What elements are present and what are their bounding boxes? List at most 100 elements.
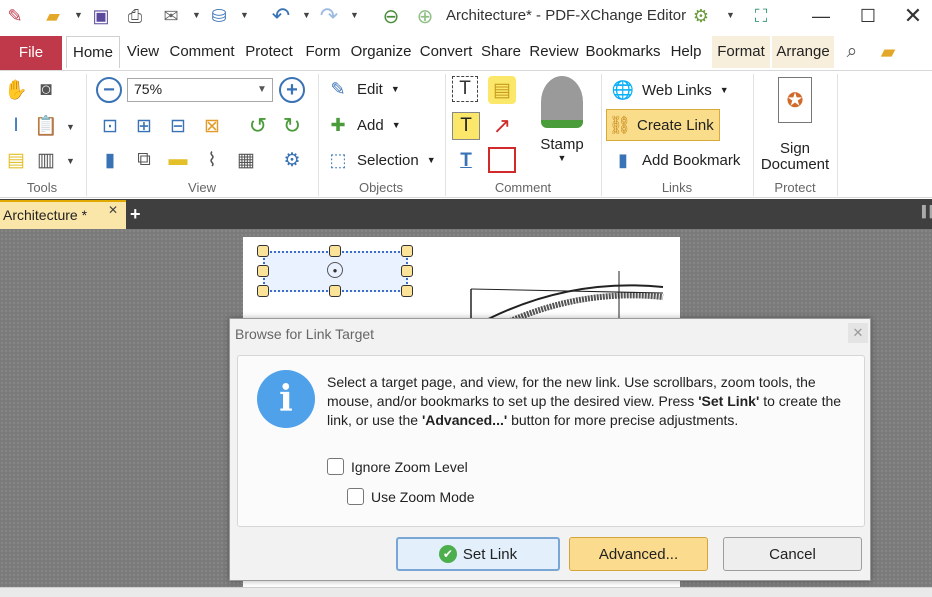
fit-width-icon[interactable]: ⊟ (164, 112, 192, 140)
dialog-message: Select a target page, and view, for the … (327, 373, 857, 430)
comments-pane-icon[interactable]: ▬ (164, 146, 192, 174)
forward-icon[interactable]: ⊕ (412, 4, 438, 28)
dialog-close-icon[interactable]: ✕ (848, 323, 868, 343)
resize-handle[interactable] (329, 285, 341, 297)
text-underline-icon[interactable]: T (452, 147, 480, 175)
group-divider (601, 74, 602, 196)
open-folder-icon[interactable]: ▰ (40, 4, 66, 28)
resize-handle[interactable] (401, 245, 413, 257)
tab-share[interactable]: Share (478, 36, 524, 68)
zoom-input[interactable]: 75% (127, 78, 273, 102)
back-icon[interactable]: ⊖ (378, 4, 404, 28)
maximize-icon[interactable]: ☐ (855, 4, 881, 28)
edit-text-tool-icon[interactable]: I (2, 112, 30, 140)
cancel-button[interactable]: Cancel (723, 537, 862, 571)
chevron-down-icon[interactable]: ▼ (192, 10, 201, 20)
resize-handle[interactable] (401, 285, 413, 297)
stamp-button[interactable]: Stamp ▼ (532, 76, 592, 176)
selection-button[interactable]: ⬚ Selection ▼ (325, 147, 435, 173)
minimize-icon[interactable]: — (808, 4, 834, 28)
snapshot-icon[interactable]: ◙ (32, 76, 60, 104)
fit-page-icon[interactable]: ⊞ (130, 112, 158, 140)
save-icon[interactable]: ▣ (88, 4, 114, 28)
rectangle-tool-icon[interactable] (488, 147, 516, 173)
group-label-objects: Objects (358, 180, 404, 195)
create-link-button[interactable]: ⛓ Create Link (606, 109, 720, 141)
chevron-down-icon[interactable]: ▼ (66, 156, 75, 166)
use-zoom-mode-checkbox[interactable]: Use Zoom Mode (347, 488, 474, 505)
add-button[interactable]: ✚ Add ▼ (325, 112, 401, 138)
tab-scroll-icon[interactable]: ▐▐ (918, 206, 932, 218)
comment-tool-icon[interactable]: ▤ (2, 146, 30, 174)
tab-form[interactable]: Form (300, 36, 346, 68)
print-icon[interactable]: ⎙ (122, 4, 148, 28)
tab-review[interactable]: Review (526, 36, 582, 68)
tab-bookmarks[interactable]: Bookmarks (584, 36, 662, 68)
tab-help[interactable]: Help (664, 36, 708, 68)
resize-handle[interactable] (401, 265, 413, 277)
resize-handle[interactable] (257, 245, 269, 257)
fullscreen-icon[interactable]: ⛶ (748, 4, 774, 28)
zoom-out-icon[interactable]: − (96, 77, 122, 103)
attachments-icon[interactable]: ⌇ (198, 146, 226, 174)
chevron-down-icon: ▼ (391, 120, 401, 130)
thumbnails-icon[interactable]: ⧉ (130, 146, 158, 174)
find-icon[interactable]: ⌕ (838, 38, 866, 66)
chevron-down-icon[interactable]: ▼ (66, 122, 75, 132)
bookmark-icon[interactable]: ▮ (96, 146, 124, 174)
chevron-down-icon[interactable]: ▼ (350, 10, 359, 20)
zoom-in-icon[interactable]: + (279, 77, 305, 103)
chevron-down-icon[interactable]: ▼ (74, 10, 83, 20)
sticky-note-icon[interactable]: ▤ (488, 76, 516, 104)
ignore-zoom-checkbox[interactable]: Ignore Zoom Level (327, 458, 468, 475)
arrow-tool-icon[interactable]: ↗ (488, 112, 516, 140)
new-tab-icon[interactable]: + (130, 204, 141, 225)
tab-file[interactable]: File (0, 36, 62, 70)
tab-protect[interactable]: Protect (240, 36, 298, 68)
redo-icon[interactable]: ↷ (316, 3, 342, 28)
fit-visible-icon[interactable]: ⊠ (198, 112, 226, 140)
paste-icon[interactable]: 📋 (32, 112, 60, 140)
tab-organize[interactable]: Organize (348, 36, 414, 68)
resize-handle[interactable] (257, 265, 269, 277)
link-icon: ⛓ (608, 114, 632, 135)
search-folder-icon[interactable]: ▰ (874, 38, 902, 66)
hand-tool-icon[interactable]: ✋ (2, 76, 30, 104)
set-link-button[interactable]: ✔ Set Link (396, 537, 560, 571)
close-icon[interactable]: ✕ (900, 3, 926, 28)
tab-view[interactable]: View (124, 36, 162, 68)
close-tab-icon[interactable]: ✕ (108, 203, 118, 217)
tab-convert[interactable]: Convert (416, 36, 476, 68)
add-bookmark-label: Add Bookmark (642, 151, 741, 169)
tab-comment[interactable]: Comment (166, 36, 238, 68)
resize-handle[interactable] (257, 285, 269, 297)
sign-document-button[interactable]: ✪ Sign Document (758, 77, 832, 173)
settings-page-icon[interactable]: ⚙ (278, 146, 306, 174)
rotate-right-icon[interactable]: ↻ (278, 112, 306, 140)
text-box-icon[interactable]: T (452, 112, 480, 140)
ui-options-icon[interactable]: ⚙ (688, 4, 714, 28)
undo-icon[interactable]: ↶ (268, 3, 294, 28)
typewriter-icon[interactable]: T (452, 76, 478, 102)
tab-arrange[interactable]: Arrange (772, 36, 834, 68)
email-icon[interactable]: ✉ (158, 4, 184, 28)
tab-home[interactable]: Home (66, 36, 120, 68)
scan-icon[interactable]: ⛁ (206, 4, 232, 28)
chevron-down-icon[interactable]: ▼ (240, 10, 249, 20)
actual-size-icon[interactable]: ⊡ (96, 112, 124, 140)
chevron-down-icon[interactable]: ▼ (302, 10, 311, 20)
tab-format[interactable]: Format (712, 36, 770, 68)
edit-button[interactable]: ✎ Edit ▼ (325, 76, 399, 102)
add-bookmark-button[interactable]: ▮ Add Bookmark (610, 147, 740, 173)
advanced-button[interactable]: Advanced... (569, 537, 708, 571)
chevron-down-icon[interactable]: ▼ (257, 84, 267, 95)
page-tool-icon[interactable]: ▥ (32, 146, 60, 174)
chevron-down-icon[interactable]: ▼ (726, 10, 735, 20)
checkbox-box[interactable] (327, 458, 344, 475)
rotate-left-icon[interactable]: ↺ (244, 112, 272, 140)
checkbox-box[interactable] (347, 488, 364, 505)
resize-handle[interactable] (329, 245, 341, 257)
add-object-icon: ✚ (330, 114, 346, 135)
document-properties-icon[interactable]: ▦ (232, 146, 260, 174)
web-links-button[interactable]: 🌐 Web Links ▼ (610, 77, 729, 103)
